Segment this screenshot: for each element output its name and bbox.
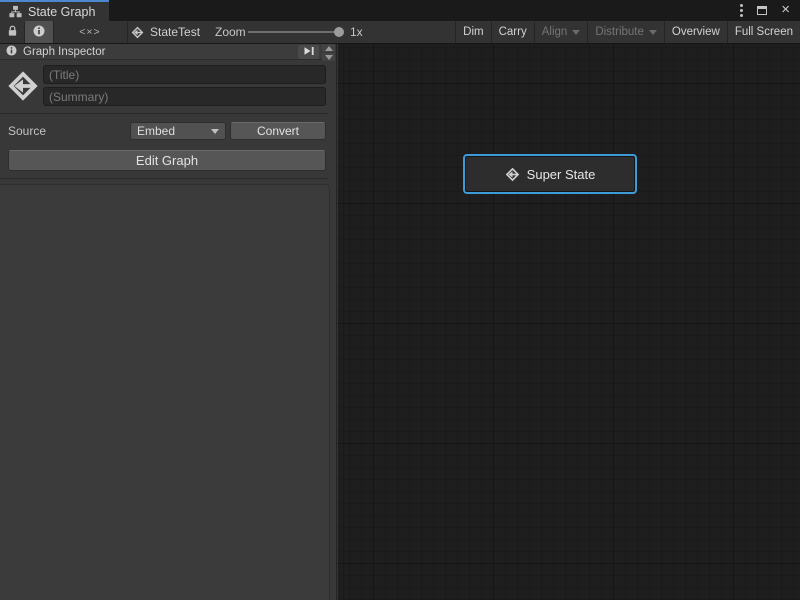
zoom-label: Zoom	[215, 21, 246, 43]
source-dropdown[interactable]: Embed	[130, 122, 226, 140]
zoom-slider-track[interactable]	[248, 31, 342, 33]
carry-button-label: Carry	[499, 26, 527, 38]
chevron-down-icon	[572, 30, 580, 35]
arrow-up-icon	[325, 46, 333, 51]
info-icon	[6, 45, 17, 59]
full-screen-button[interactable]: Full Screen	[727, 21, 800, 43]
info-icon	[33, 25, 45, 40]
super-state-node[interactable]: Super State	[463, 154, 637, 194]
panel-scroll-spinners	[322, 44, 335, 61]
graph-inspector-panel: Graph Inspector	[0, 44, 337, 600]
tab-bar: State Graph ×	[0, 0, 800, 21]
convert-button-label: Convert	[257, 124, 299, 138]
state-machine-icon	[505, 167, 520, 182]
play-to-bar-icon	[303, 45, 315, 59]
state-machine-icon-large	[7, 68, 41, 104]
chevron-down-icon	[649, 30, 657, 35]
dock-panel-button[interactable]	[298, 45, 319, 59]
divider	[0, 113, 329, 114]
inspector-title: Graph Inspector	[23, 46, 105, 58]
hierarchy-icon	[9, 5, 22, 18]
edit-graph-button-label: Edit Graph	[136, 153, 198, 168]
lock-button[interactable]	[0, 21, 24, 43]
divider	[0, 178, 329, 179]
summary-field[interactable]	[43, 87, 326, 106]
menu-icon[interactable]	[740, 9, 743, 12]
tab-label: State Graph	[28, 5, 95, 19]
full-screen-button-label: Full Screen	[735, 26, 793, 38]
toolbar-right-buttons: Dim Carry Align Distribute Overview Full…	[455, 21, 800, 43]
zoom-slider[interactable]	[248, 21, 342, 43]
code-view-button[interactable]: <×>	[54, 21, 126, 43]
zoom-value: 1x	[350, 21, 363, 43]
convert-button[interactable]: Convert	[230, 122, 326, 140]
edit-graph-button[interactable]: Edit Graph	[8, 150, 326, 171]
scroll-up-button[interactable]	[322, 44, 335, 52]
code-icon: <×>	[79, 26, 100, 38]
state-machine-icon	[131, 26, 144, 39]
graph-breadcrumb[interactable]: StateTest	[131, 21, 200, 43]
dim-button-label: Dim	[463, 26, 483, 38]
overview-button-label: Overview	[672, 26, 720, 38]
carry-button[interactable]: Carry	[491, 21, 534, 43]
align-button[interactable]: Align	[534, 21, 588, 43]
align-button-label: Align	[542, 26, 568, 38]
arrow-down-icon	[325, 55, 333, 60]
zoom-slider-handle[interactable]	[334, 27, 344, 37]
graph-toolbar: <×> StateTest Zoom 1x Dim Carry	[0, 21, 800, 44]
graph-name: StateTest	[150, 25, 200, 39]
chevron-down-icon	[211, 129, 219, 134]
scroll-down-button[interactable]	[322, 53, 335, 61]
dim-button[interactable]: Dim	[455, 21, 490, 43]
inspector-empty-body	[0, 184, 330, 600]
close-icon[interactable]: ×	[781, 2, 790, 17]
graph-inspector-header: Graph Inspector	[0, 44, 322, 60]
overview-button[interactable]: Overview	[664, 21, 727, 43]
source-label: Source	[8, 122, 46, 140]
state-graph-window: State Graph ×	[0, 0, 800, 600]
lock-icon	[7, 25, 18, 40]
distribute-button[interactable]: Distribute	[587, 21, 664, 43]
title-field[interactable]	[43, 65, 326, 84]
inspector-toggle-button[interactable]	[25, 21, 53, 43]
maximize-icon[interactable]	[757, 6, 767, 15]
window-controls: ×	[730, 0, 800, 21]
node-label: Super State	[527, 167, 596, 182]
graph-canvas[interactable]: Super State	[338, 44, 800, 600]
tab-state-graph[interactable]: State Graph	[0, 0, 109, 21]
source-dropdown-value: Embed	[137, 124, 175, 138]
distribute-button-label: Distribute	[595, 26, 644, 38]
